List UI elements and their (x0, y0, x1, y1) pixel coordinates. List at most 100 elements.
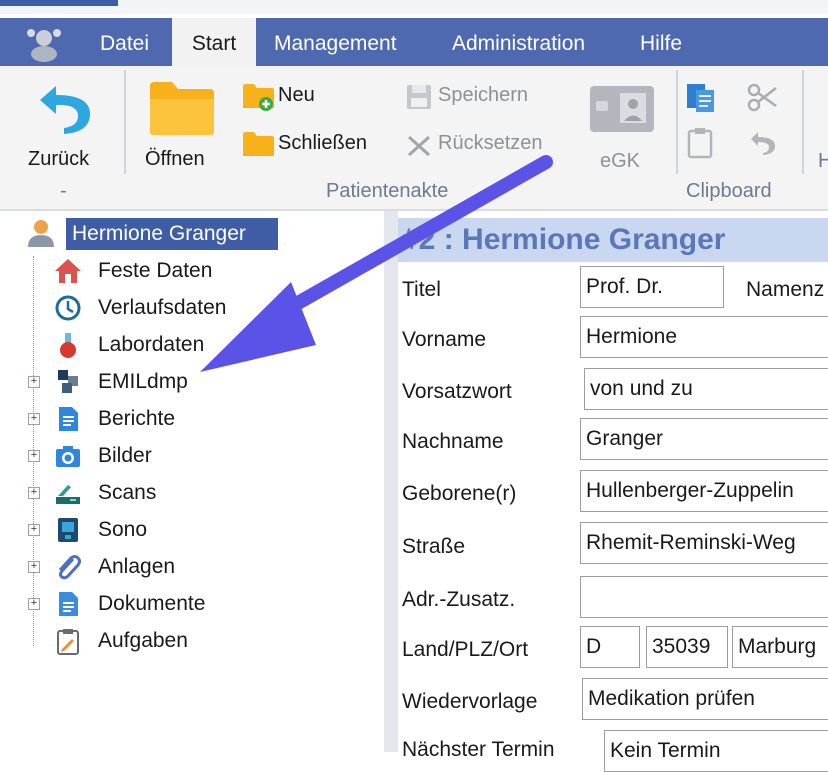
tree-item-emildmp[interactable]: EMILdmp (52, 367, 352, 397)
tree-item-verlaufsdaten[interactable]: Verlaufsdaten (52, 293, 352, 323)
title-accent (0, 0, 118, 6)
patientenakte-group-label: Patientenakte (326, 180, 449, 202)
vorsatzwort-label: Vorsatzwort (402, 380, 512, 403)
tree-item-label: Verlaufsdaten (98, 296, 227, 319)
tree-item-label: Berichte (98, 407, 176, 430)
egk-button[interactable]: eGK (600, 150, 640, 173)
report-icon (59, 407, 78, 431)
expand-toggle[interactable]: + (28, 487, 40, 499)
tree-item-label: EMILdmp (98, 370, 188, 393)
landplzort-label: Land/PLZ/Ort (402, 638, 529, 661)
trailing-group-label: H (818, 150, 828, 172)
expand-toggle[interactable]: + (28, 524, 40, 536)
clipboard-group-label: Clipboard (686, 180, 772, 202)
scanner-icon (56, 485, 80, 504)
nachname-label: Nachname (402, 430, 504, 453)
document-icon (59, 592, 78, 616)
paperclip-icon (58, 555, 81, 580)
ribbon-separator (802, 70, 804, 174)
panel-splitter[interactable] (384, 211, 398, 752)
menu-hilfe[interactable]: Hilfe (628, 18, 694, 66)
menu-datei[interactable]: Datei (86, 18, 163, 66)
expand-toggle[interactable]: + (28, 413, 40, 425)
expand-toggle[interactable]: + (28, 561, 40, 573)
tree-item-berichte[interactable]: Berichte (52, 404, 352, 434)
expand-toggle[interactable]: + (28, 598, 40, 610)
save-button[interactable]: Speichern (438, 84, 528, 107)
ort-field[interactable]: Marburg (732, 626, 828, 668)
tree-item-label: Sono (98, 518, 148, 541)
tree-item-labordaten[interactable]: Labordaten (52, 330, 352, 360)
paste-icon[interactable] (684, 80, 718, 114)
tree-item-bilder[interactable]: Bilder (52, 441, 352, 471)
back-button[interactable]: Zurück (28, 148, 89, 171)
tree-item-label: Bilder (98, 444, 152, 467)
menu-management[interactable]: Management (262, 18, 409, 66)
geborene-label: Geborene(r) (402, 482, 517, 505)
vorname-field[interactable]: Hermione (580, 316, 828, 358)
wiedervorlage-label: Wiedervorlage (402, 690, 538, 713)
close-button[interactable]: Schließen (278, 132, 367, 155)
back-arrow-icon[interactable] (34, 80, 96, 136)
namenszusatz-label: Namenz (746, 278, 825, 301)
naechster-termin-field[interactable]: Kein Termin (604, 730, 828, 772)
tree-item-dokumente[interactable]: Dokumente (52, 589, 352, 619)
save-disk-icon[interactable] (404, 82, 434, 112)
cut-scissors-icon[interactable] (746, 82, 780, 112)
tree-item-label: Aufgaben (98, 629, 188, 652)
undo-icon[interactable] (748, 128, 778, 156)
tree-item-sono[interactable]: Sono (52, 515, 352, 545)
tree-item-label: Anlagen (98, 555, 176, 578)
patient-heading: #2 : Hermione Granger (398, 218, 828, 262)
tree-patient-node[interactable]: Hermione Granger (66, 218, 278, 250)
reset-button[interactable]: Rücksetzen (438, 132, 543, 155)
reset-x-icon[interactable] (404, 132, 434, 160)
close-folder-icon[interactable] (242, 130, 276, 158)
house-icon (55, 259, 81, 283)
vorname-label: Vorname (402, 328, 487, 351)
egk-card-icon[interactable] (588, 84, 656, 134)
ribbon-separator (676, 70, 678, 174)
tree-item-anlagen[interactable]: Anlagen (52, 552, 352, 582)
tree-item-scans[interactable]: Scans (52, 478, 352, 508)
land-field[interactable]: D (580, 626, 640, 668)
new-button[interactable]: Neu (278, 84, 315, 107)
flask-icon (60, 333, 76, 358)
open-button[interactable]: Öffnen (145, 148, 205, 171)
dmp-icon (58, 370, 78, 393)
window-top-strip (0, 0, 828, 14)
ribbon-separator (124, 70, 126, 174)
ultrasound-icon (58, 518, 78, 542)
new-folder-icon[interactable] (242, 82, 276, 112)
nachname-field[interactable]: Granger (580, 418, 828, 460)
tree-item-label: Labordaten (98, 333, 205, 356)
clock-icon (55, 295, 81, 321)
app-logo-icon[interactable] (22, 24, 66, 64)
clipboard-task-icon (57, 629, 79, 655)
plz-field[interactable]: 35039 (646, 626, 728, 668)
tree-item-feste-daten[interactable]: Feste Daten (52, 256, 352, 286)
tree-item-aufgaben[interactable]: Aufgaben (52, 626, 352, 656)
strasse-label: Straße (402, 535, 466, 558)
camera-icon (56, 446, 80, 467)
title-label: Titel (402, 278, 441, 301)
patient-person-icon (28, 220, 54, 247)
title-field[interactable]: Prof. Dr. (580, 266, 724, 308)
adrzusatz-field[interactable] (580, 576, 828, 618)
vorsatzwort-field[interactable]: von und zu (584, 368, 828, 410)
tree-item-label: Dokumente (98, 592, 206, 615)
naechster-termin-label: Nächster Termin (402, 738, 555, 761)
geborene-field[interactable]: Hullenberger-Zuppelin (580, 470, 828, 512)
strasse-field[interactable]: Rhemit-Reminski-Weg (580, 522, 828, 564)
expand-toggle[interactable]: + (28, 376, 40, 388)
menu-start[interactable]: Start (172, 18, 256, 66)
back-group-label: - (60, 180, 67, 202)
open-folder-icon[interactable] (148, 80, 216, 136)
tree-item-label: Feste Daten (98, 259, 213, 282)
wiedervorlage-field[interactable]: Medikation prüfen (582, 678, 828, 720)
expand-toggle[interactable]: + (28, 450, 40, 462)
menu-administration[interactable]: Administration (440, 18, 597, 66)
copy-clipboard-icon[interactable] (686, 126, 716, 160)
tree-item-label: Scans (98, 481, 157, 504)
adrzusatz-label: Adr.-Zusatz. (402, 588, 516, 611)
